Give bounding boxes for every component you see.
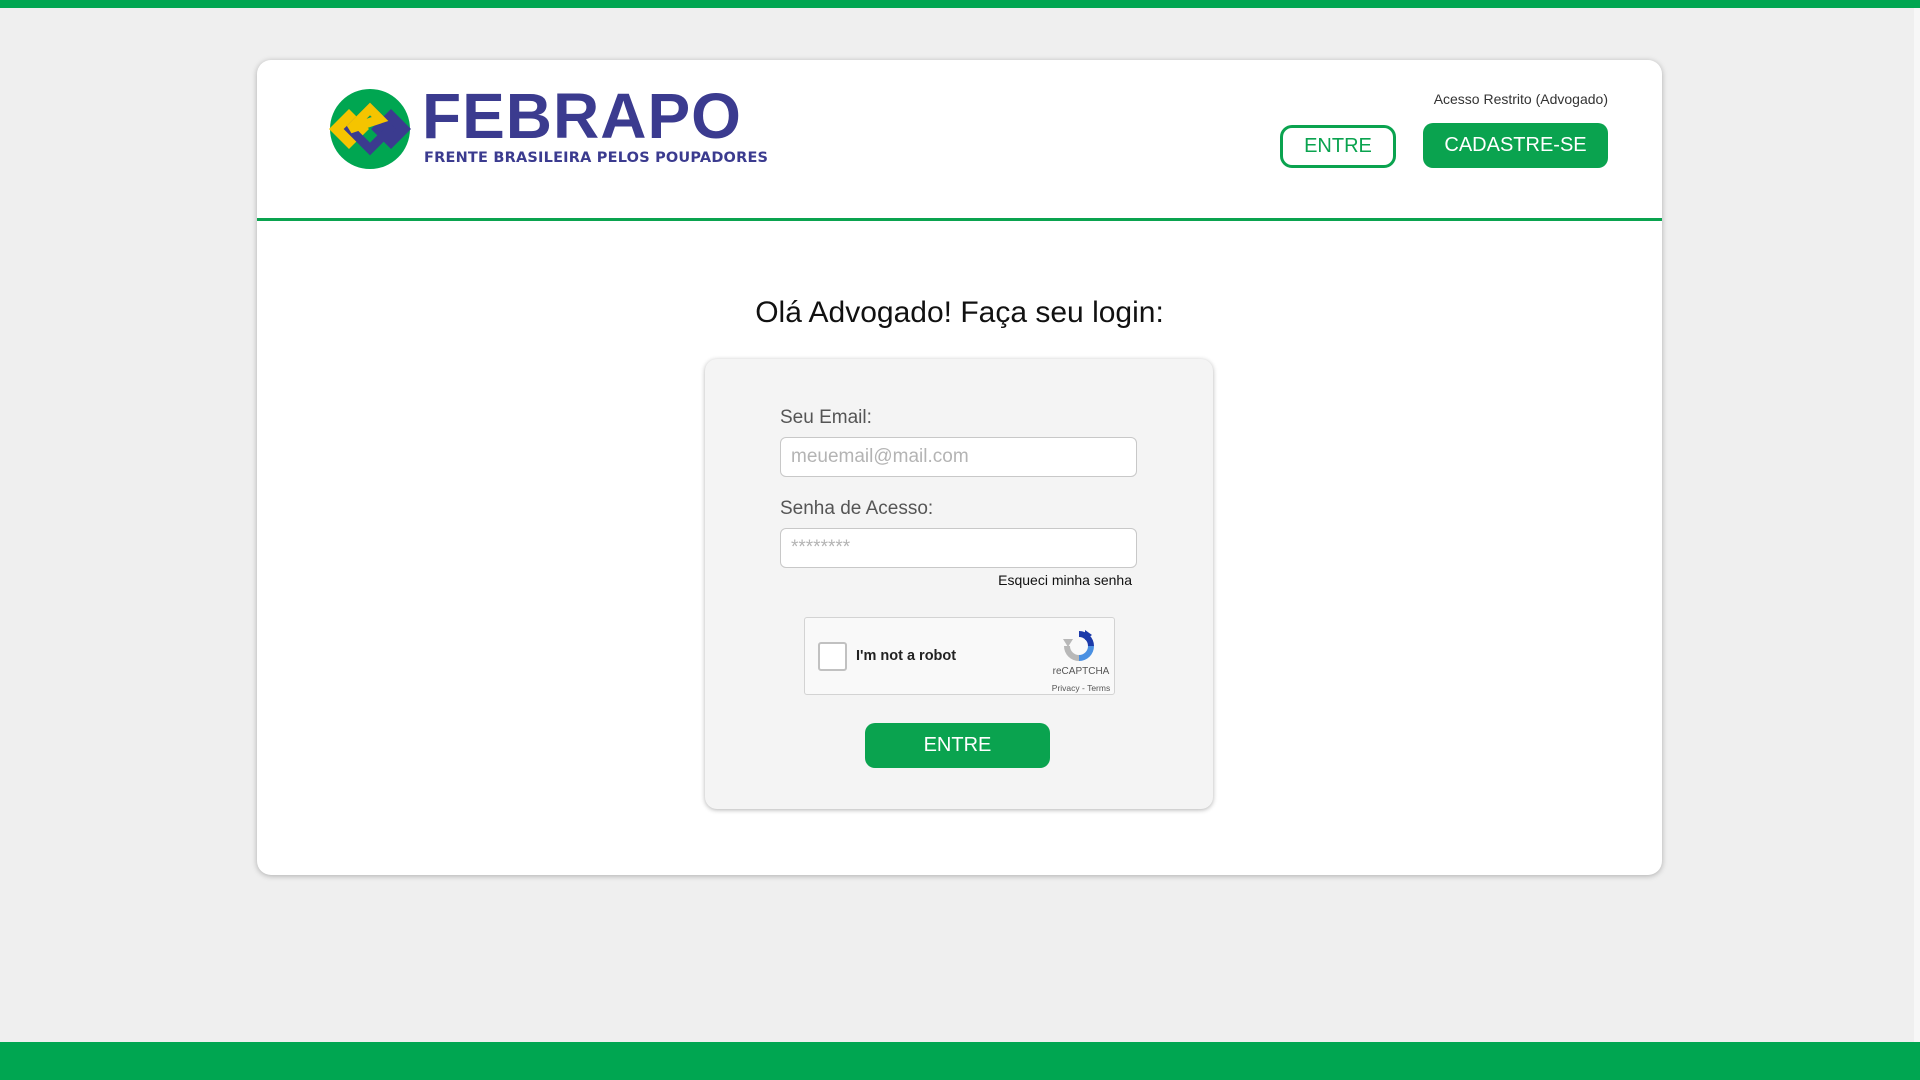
- password-input[interactable]: [780, 528, 1137, 568]
- page-title: Olá Advogado! Faça seu login:: [755, 296, 1164, 329]
- bottom-accent-bar: [0, 1042, 1920, 1080]
- register-button[interactable]: CADASTRE-SE: [1423, 123, 1608, 168]
- site-header: FEBRAPO FRENTE BRASILEIRA PELOS POUPADOR…: [257, 60, 1662, 221]
- captcha-terms-link[interactable]: Terms: [1087, 683, 1110, 693]
- captcha-privacy-link[interactable]: Privacy: [1052, 683, 1080, 693]
- top-accent-bar: [0, 0, 1920, 8]
- febrapo-logo[interactable]: FEBRAPO FRENTE BRASILEIRA PELOS POUPADOR…: [325, 84, 768, 172]
- logo-tagline: FRENTE BRASILEIRA PELOS POUPADORES: [424, 150, 769, 166]
- email-input[interactable]: [780, 437, 1137, 477]
- captcha-checkbox[interactable]: [818, 642, 847, 671]
- captcha-label: I'm not a robot: [856, 648, 957, 664]
- captcha-brand-label: reCAPTCHA: [1052, 666, 1110, 677]
- email-label: Seu Email:: [780, 407, 872, 428]
- restricted-access-label: Acesso Restrito (Advogado): [1433, 91, 1608, 107]
- page-right-edge: [1914, 8, 1920, 1042]
- febrapo-logo-mark-icon: [329, 89, 411, 169]
- header-login-button[interactable]: ENTRE: [1280, 125, 1396, 168]
- login-form: Seu Email: Senha de Acesso: Esqueci minh…: [705, 359, 1213, 809]
- logo-wordmark: FEBRAPO: [422, 80, 742, 152]
- captcha-links-separator: -: [1079, 683, 1088, 693]
- password-label: Senha de Acesso:: [780, 498, 934, 519]
- forgot-password-link[interactable]: Esqueci minha senha: [998, 572, 1132, 588]
- main-card: FEBRAPO FRENTE BRASILEIRA PELOS POUPADOR…: [257, 60, 1662, 875]
- recaptcha-icon: [1063, 630, 1094, 661]
- login-submit-button[interactable]: ENTRE: [865, 723, 1050, 768]
- recaptcha-widget: I'm not a robot reCAPTCHA Privacy - Term…: [804, 617, 1115, 695]
- captcha-links: Privacy - Terms: [1043, 683, 1119, 693]
